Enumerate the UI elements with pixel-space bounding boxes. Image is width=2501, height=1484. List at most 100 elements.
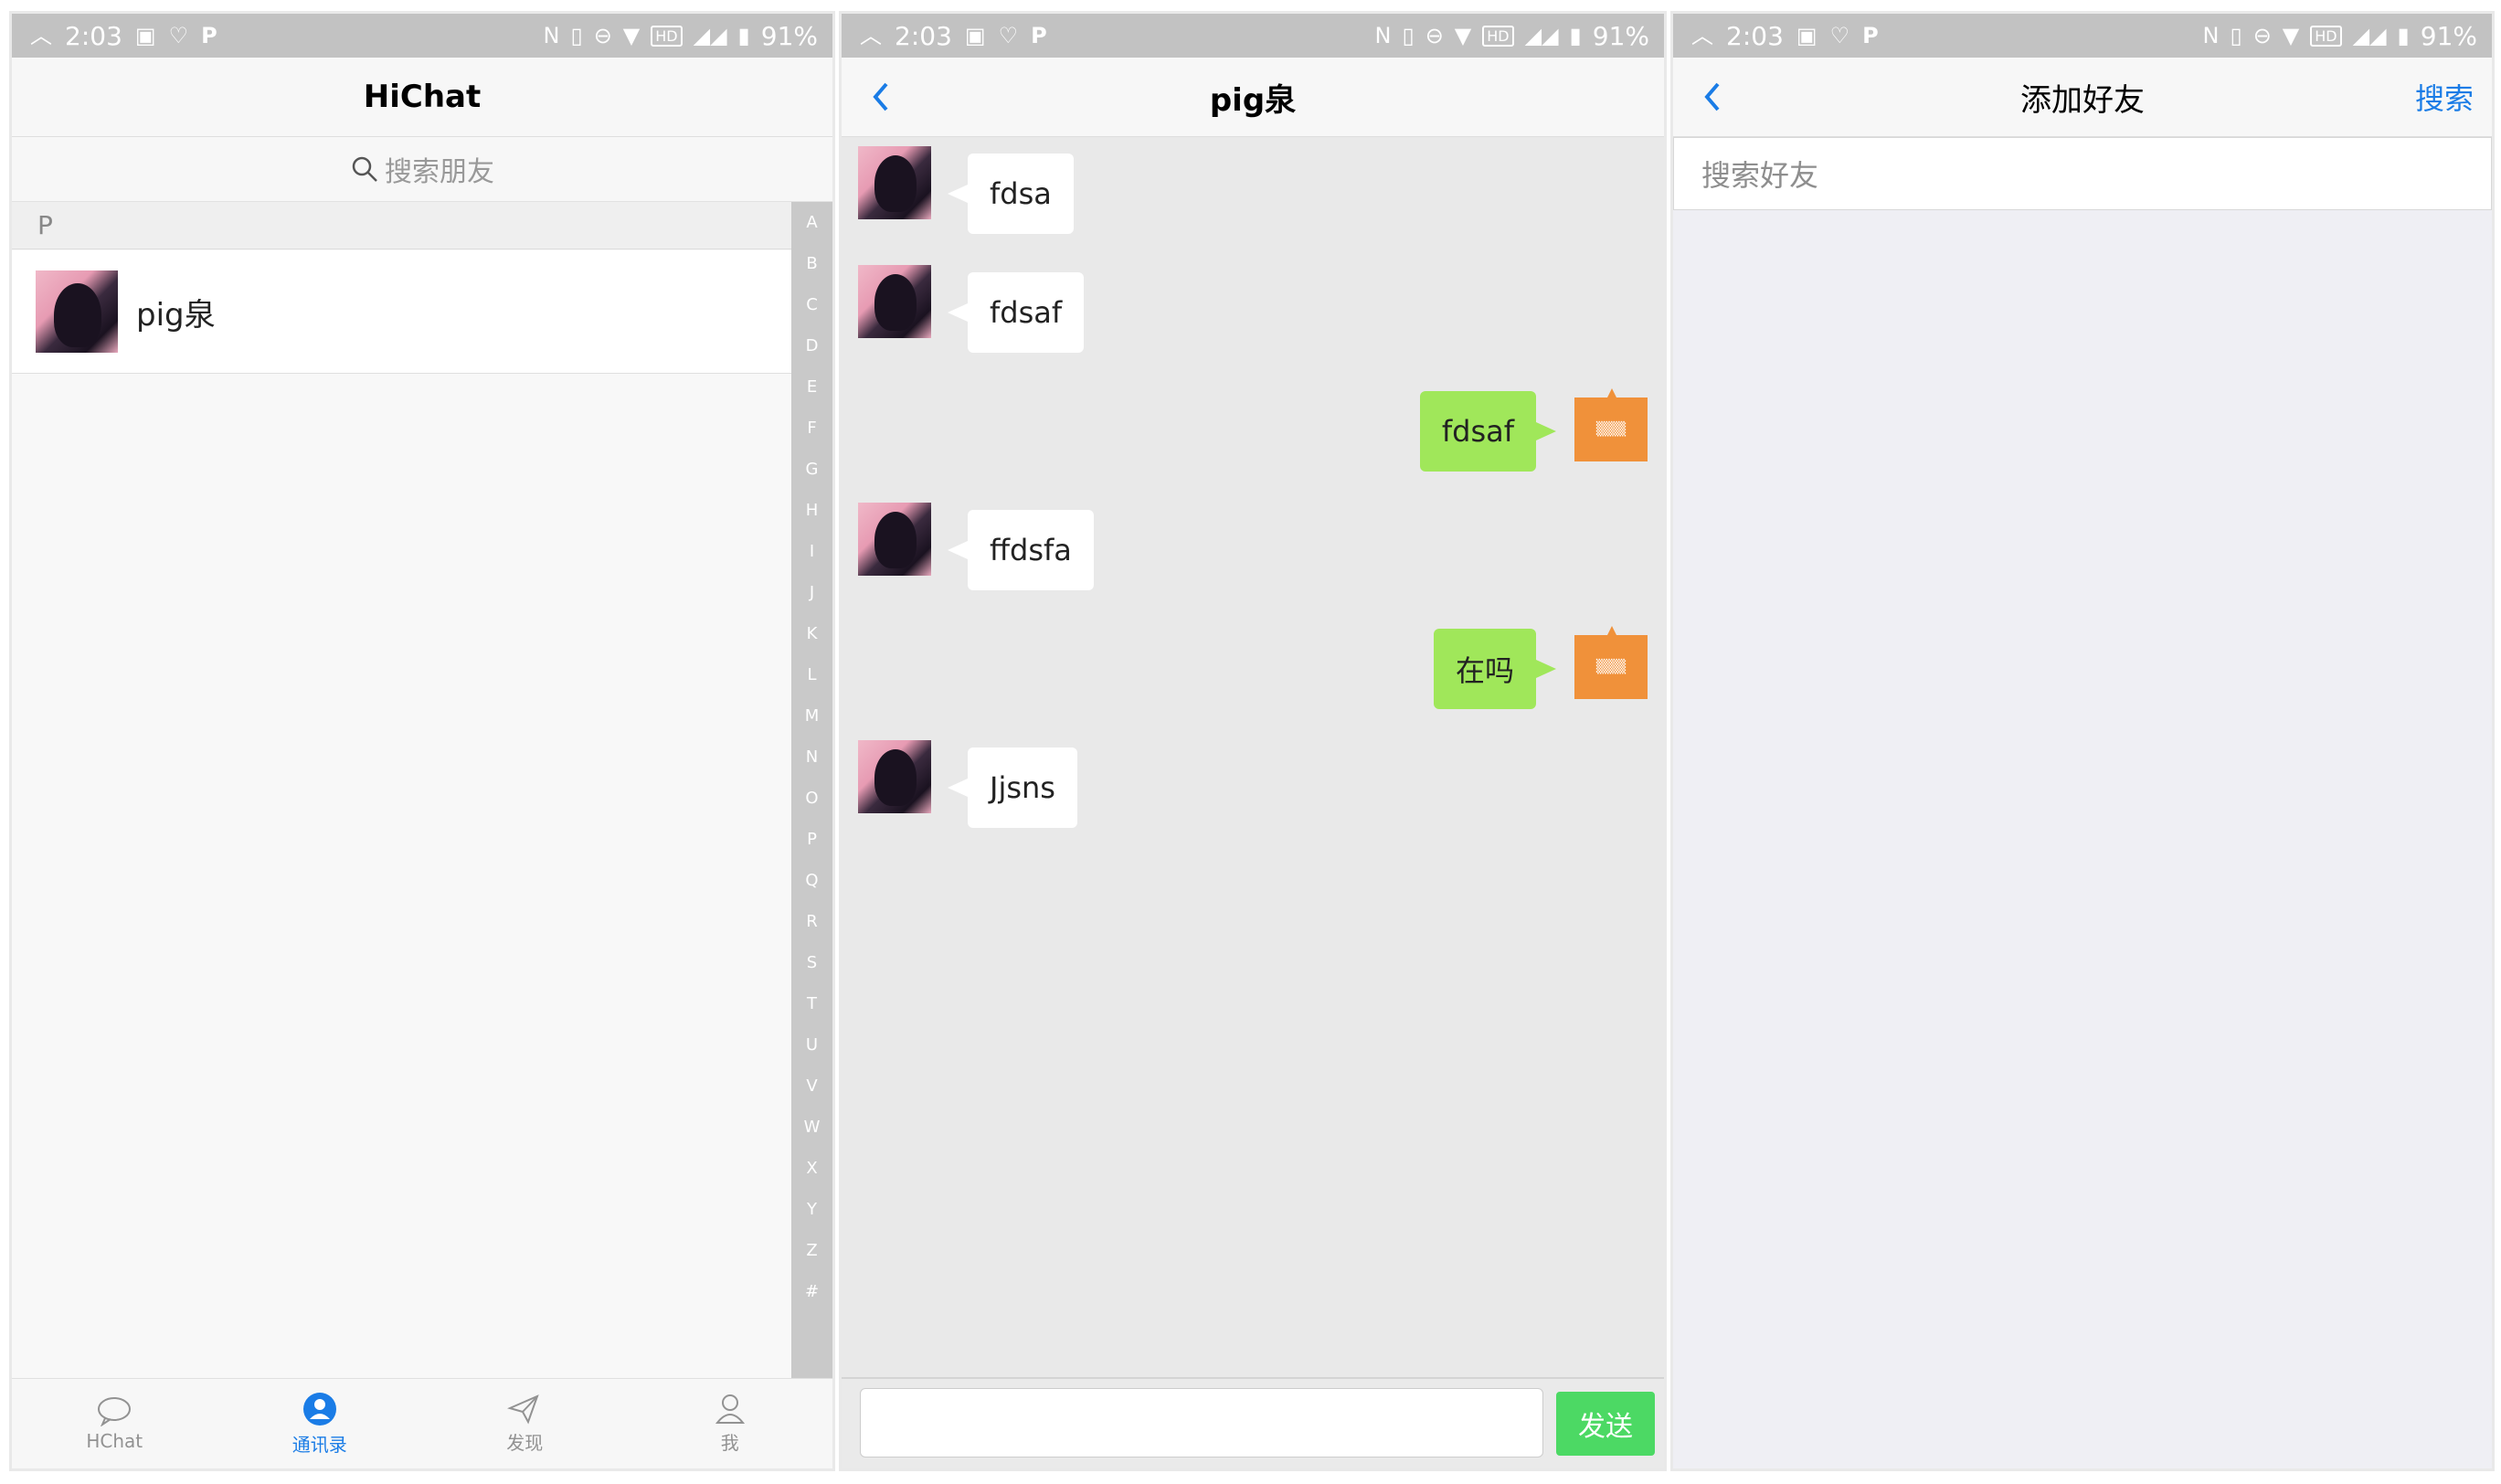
tab-me[interactable]: 我 — [628, 1379, 833, 1468]
contact-list: P pig泉 — [12, 202, 791, 1379]
index-letter[interactable]: I — [791, 542, 832, 561]
friend-search-bar[interactable]: 搜索朋友 — [12, 137, 832, 202]
index-letter[interactable]: M — [791, 706, 832, 726]
image-icon: ▣ — [1796, 23, 1817, 48]
hd-icon: HD — [2310, 25, 2342, 47]
index-letter[interactable]: E — [791, 377, 832, 397]
contact-avatar[interactable] — [858, 503, 931, 576]
p-app-icon: P — [1031, 23, 1047, 48]
contact-avatar[interactable] — [858, 146, 931, 219]
add-friend-screen: ︿ 2:03 ▣ ♡ P N ▯ ⊖ ▼ HD ◢◢ ▮ 91% 添加好友 搜索… — [1670, 11, 2495, 1471]
battery-percent: 91% — [760, 20, 818, 51]
avatar-image-icon: ▒▒▒ — [1595, 422, 1627, 437]
nav-bar: pig泉 — [842, 58, 1664, 137]
my-avatar[interactable]: ▒▒▒ — [1574, 388, 1648, 461]
tab-label: 我 — [720, 1431, 739, 1454]
search-placeholder: 搜索好友 — [1701, 158, 1819, 193]
message-bubble-outgoing: fdsaf — [1419, 391, 1557, 472]
index-letter[interactable]: B — [791, 254, 832, 273]
index-letter[interactable]: U — [791, 1035, 832, 1055]
tab-contacts[interactable]: 通讯录 — [217, 1379, 423, 1468]
index-letter[interactable]: R — [791, 912, 832, 931]
tab-discover[interactable]: 发现 — [422, 1379, 628, 1468]
contacts-person-icon — [302, 1392, 336, 1426]
index-letter[interactable]: W — [791, 1118, 832, 1137]
back-button[interactable] — [860, 76, 902, 118]
tab-hchat[interactable]: HChat — [12, 1379, 217, 1468]
status-time: 2:03 — [65, 20, 122, 51]
friend-search-input[interactable]: 搜索好友 — [1673, 137, 2492, 210]
index-letter[interactable]: T — [791, 994, 832, 1013]
contact-name: pig泉 — [136, 296, 216, 334]
index-letter[interactable]: D — [791, 336, 832, 355]
status-bar: ︿ 2:03 ▣ ♡ P N ▯ ⊖ ▼ HD ◢◢ ▮ 91% — [1673, 14, 2492, 58]
index-letter[interactable]: X — [791, 1159, 832, 1178]
index-letter[interactable]: S — [791, 953, 832, 972]
send-button[interactable]: 发送 — [1556, 1392, 1655, 1456]
signal-arrow-icon: ︿ — [30, 23, 52, 48]
status-time: 2:03 — [1726, 20, 1784, 51]
index-letter[interactable]: L — [791, 665, 832, 684]
message-input-bar: 发送 — [842, 1377, 1664, 1468]
alphabet-index-bar[interactable]: A B C D E F G H I J K L M N O P Q R S T U V W X Y Z # — [791, 202, 832, 1379]
contact-avatar[interactable] — [858, 740, 931, 813]
signal-arrow-icon: ︿ — [860, 23, 882, 48]
index-letter[interactable]: C — [791, 295, 832, 314]
message-input[interactable] — [860, 1388, 1543, 1458]
wifi-icon: ▼ — [622, 23, 641, 48]
search-button[interactable]: 搜索 — [2415, 58, 2474, 136]
battery-icon: ▮ — [1569, 23, 1582, 48]
hd-icon: HD — [651, 25, 683, 47]
my-avatar[interactable]: ▒▒▒ — [1574, 626, 1648, 699]
message-bubble-incoming: Jjsns — [948, 747, 1077, 828]
message-bubble-incoming: ffdsfa — [948, 510, 1094, 590]
wifi-icon: ▼ — [2282, 23, 2300, 48]
status-bar: ︿ 2:03 ▣ ♡ P N ▯ ⊖ ▼ HD ◢◢ ▮ 91% — [12, 14, 832, 58]
index-letter[interactable]: J — [791, 583, 832, 602]
shield-icon: ♡ — [998, 23, 1019, 48]
avatar — [36, 270, 118, 353]
tab-label: 发现 — [506, 1431, 544, 1454]
page-title: HiChat — [363, 79, 482, 115]
index-letter[interactable]: N — [791, 747, 832, 767]
signal-arrow-icon: ︿ — [1691, 23, 1713, 48]
battery-icon: ▮ — [737, 23, 750, 48]
contact-row[interactable]: pig泉 — [12, 250, 791, 374]
vibrate-icon: ▯ — [570, 23, 583, 48]
index-letter[interactable]: P — [791, 830, 832, 849]
cell-signal-icon: ◢◢ — [2352, 23, 2387, 48]
index-letter[interactable]: Z — [791, 1241, 832, 1260]
back-button[interactable] — [1691, 76, 1733, 118]
index-letter[interactable]: O — [791, 789, 832, 808]
index-letter[interactable]: # — [791, 1282, 832, 1301]
index-letter[interactable]: A — [791, 213, 832, 232]
nfc-icon: N — [543, 23, 560, 48]
cell-signal-icon: ◢◢ — [1524, 23, 1559, 48]
message-bubble-incoming: fdsa — [948, 154, 1074, 234]
battery-percent: 91% — [1592, 20, 1649, 51]
vibrate-icon: ▯ — [1402, 23, 1415, 48]
search-icon — [352, 156, 377, 182]
index-letter[interactable]: G — [791, 460, 832, 479]
nav-bar: HiChat — [12, 58, 832, 137]
nfc-icon: N — [2202, 23, 2220, 48]
status-time: 2:03 — [895, 20, 952, 51]
avatar-image-icon: ▒▒▒ — [1595, 660, 1627, 674]
index-letter[interactable]: F — [791, 419, 832, 438]
contact-avatar[interactable] — [858, 265, 931, 338]
index-letter[interactable]: Y — [791, 1200, 832, 1219]
chat-title: pig泉 — [1209, 81, 1297, 119]
tab-bar: HChat 通讯录 发现 我 — [12, 1378, 832, 1468]
discover-paper-plane-icon — [507, 1394, 539, 1424]
index-letter[interactable]: Q — [791, 871, 832, 890]
index-letter[interactable]: H — [791, 501, 832, 520]
message-bubble-outgoing: 在吗 — [1433, 629, 1557, 709]
index-letter[interactable]: V — [791, 1076, 832, 1096]
p-app-icon: P — [1862, 23, 1879, 48]
me-person-icon — [715, 1394, 745, 1424]
shield-icon: ♡ — [1829, 23, 1850, 48]
search-placeholder: 搜索朋友 — [385, 156, 494, 188]
index-letter[interactable]: K — [791, 624, 832, 643]
image-icon: ▣ — [134, 23, 156, 48]
nav-bar: 添加好友 搜索 — [1673, 58, 2492, 137]
